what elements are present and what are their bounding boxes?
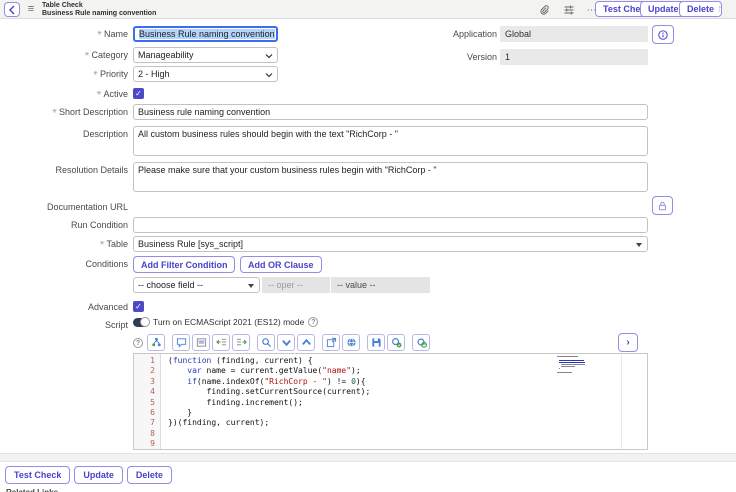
add-or-clause-button[interactable]: Add OR Clause [240,256,322,273]
dropdown-arrow-icon [248,284,254,288]
script-debugger-icon[interactable] [412,334,430,351]
back-button[interactable] [4,2,20,17]
syntax-tree-icon[interactable] [147,334,165,351]
description-textarea[interactable]: All custom business rules should begin w… [133,126,648,156]
outdent-icon[interactable] [212,334,230,351]
related-links-header: Related Links [6,488,58,492]
test-check-button-footer[interactable]: Test Check [5,466,70,484]
script-editor[interactable]: 123456789 (function (finding, current) {… [133,353,648,450]
name-value: Business Rule naming convention [139,29,275,39]
script-label: Script [0,317,128,333]
help-icon[interactable]: ? [308,317,318,327]
table-select[interactable]: Business Rule [sys_script] [133,236,648,252]
open-window-icon[interactable] [322,334,340,351]
es12-toggle[interactable] [133,318,149,327]
script-checker-icon[interactable] [387,334,405,351]
comment-block-icon[interactable] [192,334,210,351]
personalize-form-icon[interactable] [562,3,576,17]
lock-icon[interactable] [652,196,673,215]
find-next-icon[interactable] [277,334,295,351]
condition-operator: -- oper -- [262,277,330,293]
short-description-label: ✳Short Description [0,104,128,120]
form-header-bar: ≡ Table Check Business Rule naming conve… [0,0,736,19]
priority-label: ✳Priority [0,66,128,82]
table-check-form: ≡ Table Check Business Rule naming conve… [0,0,736,492]
globe-icon[interactable] [342,334,360,351]
application-info-button[interactable] [652,25,674,44]
documentation-url-label: Documentation URL [0,199,128,215]
page-title: Table Check [42,2,83,10]
editor-gutter: 123456789 [134,354,161,449]
script-editor-toolbar: ? [133,334,432,351]
description-label: Description [0,126,128,142]
active-label: ✳Active [0,86,128,102]
delete-button[interactable]: Delete [679,1,722,17]
condition-value: -- value -- [331,277,430,293]
priority-select[interactable]: 2 - High [133,66,278,82]
category-select[interactable]: Manageability [133,47,278,63]
section-divider [0,453,736,462]
attachment-button[interactable] [537,3,551,17]
name-input[interactable]: Business Rule naming convention [133,26,278,42]
name-label: ✳Name [0,26,128,42]
editor-minimap [557,356,597,374]
version-label: Version [380,49,497,65]
chevron-down-icon [265,52,273,60]
application-label: Application [380,26,497,42]
delete-button-footer[interactable]: Delete [127,466,172,484]
condition-field-select[interactable]: -- choose field -- [133,277,260,293]
table-label: ✳Table [0,236,128,252]
print-margin-ruler [621,354,622,449]
conditions-label: Conditions [0,256,128,272]
find-previous-icon[interactable] [297,334,315,351]
footer-buttons: Test Check Update Delete [5,466,172,484]
update-button-footer[interactable]: Update [74,466,123,484]
expand-editor-button[interactable]: › [618,333,638,352]
short-description-input[interactable]: Business rule naming convention [133,104,648,120]
editor-help-icon[interactable]: ? [133,338,143,348]
es12-toggle-label: Turn on ECMAScript 2021 (ES12) mode [153,317,304,327]
es12-toggle-row: Turn on ECMAScript 2021 (ES12) mode ? [133,317,318,327]
search-icon[interactable] [257,334,275,351]
advanced-label: Advanced [0,299,128,315]
scroll-to-top-icon[interactable]: ↑ [717,3,723,15]
resolution-details-label: Resolution Details [0,162,128,178]
active-checkbox[interactable]: ✓ [133,88,144,99]
category-label: ✳Category [0,47,128,63]
chevron-down-icon [265,71,273,79]
resolution-details-textarea[interactable]: Please make sure that your custom busine… [133,162,648,192]
save-icon[interactable] [367,334,385,351]
record-title: Business Rule naming convention [42,10,156,18]
add-filter-condition-button[interactable]: Add Filter Condition [133,256,235,273]
form-context-menu-icon[interactable]: ≡ [25,3,37,15]
run-condition-label: Run Condition [0,217,128,233]
run-condition-input[interactable] [133,217,648,233]
indent-icon[interactable] [232,334,250,351]
comment-icon[interactable] [172,334,190,351]
advanced-checkbox[interactable]: ✓ [133,301,144,312]
dropdown-arrow-icon [636,243,642,247]
version-value: 1 [500,49,648,65]
application-value: Global [500,26,648,42]
